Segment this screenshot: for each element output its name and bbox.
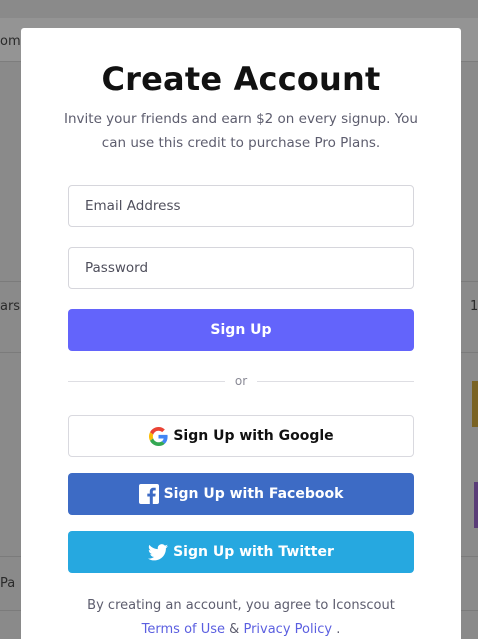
facebook-icon: [138, 484, 159, 504]
background-thumbnail: [472, 381, 478, 427]
sign-up-button[interactable]: Sign Up: [68, 309, 414, 351]
google-icon: [148, 426, 168, 446]
divider-line: [257, 381, 414, 382]
sign-up-label: Sign Up: [210, 322, 272, 338]
background-tab-text: om: [0, 34, 21, 49]
facebook-signup-button[interactable]: Sign Up with Facebook: [68, 473, 414, 515]
terms-notice: By creating an account, you agree to Ico…: [21, 594, 461, 639]
google-signup-button[interactable]: Sign Up with Google: [68, 415, 414, 457]
or-divider: or: [68, 374, 414, 390]
terms-end: .: [336, 622, 341, 637]
modal-subtitle: Invite your friends and earn $2 on every…: [64, 111, 418, 151]
create-account-modal: Create Account Invite your friends and e…: [21, 28, 461, 639]
privacy-policy-link[interactable]: Privacy Policy: [243, 622, 332, 637]
twitter-signup-button[interactable]: Sign Up with Twitter: [68, 531, 414, 573]
terms-of-use-link[interactable]: Terms of Use: [142, 622, 225, 637]
background-thumbnail: [474, 482, 478, 528]
twitter-icon: [148, 542, 169, 562]
background-row-text: Pa: [0, 576, 16, 591]
modal-title: Create Account: [101, 60, 381, 98]
password-field[interactable]: [68, 247, 414, 289]
terms-text: By creating an account, you agree to Ico…: [87, 598, 395, 613]
facebook-signup-label: Sign Up with Facebook: [163, 486, 344, 502]
terms-and: &: [229, 622, 240, 637]
twitter-signup-label: Sign Up with Twitter: [173, 544, 334, 560]
google-signup-label: Sign Up with Google: [173, 428, 334, 444]
background-row-text: 1: [470, 299, 478, 314]
email-field[interactable]: [68, 185, 414, 227]
